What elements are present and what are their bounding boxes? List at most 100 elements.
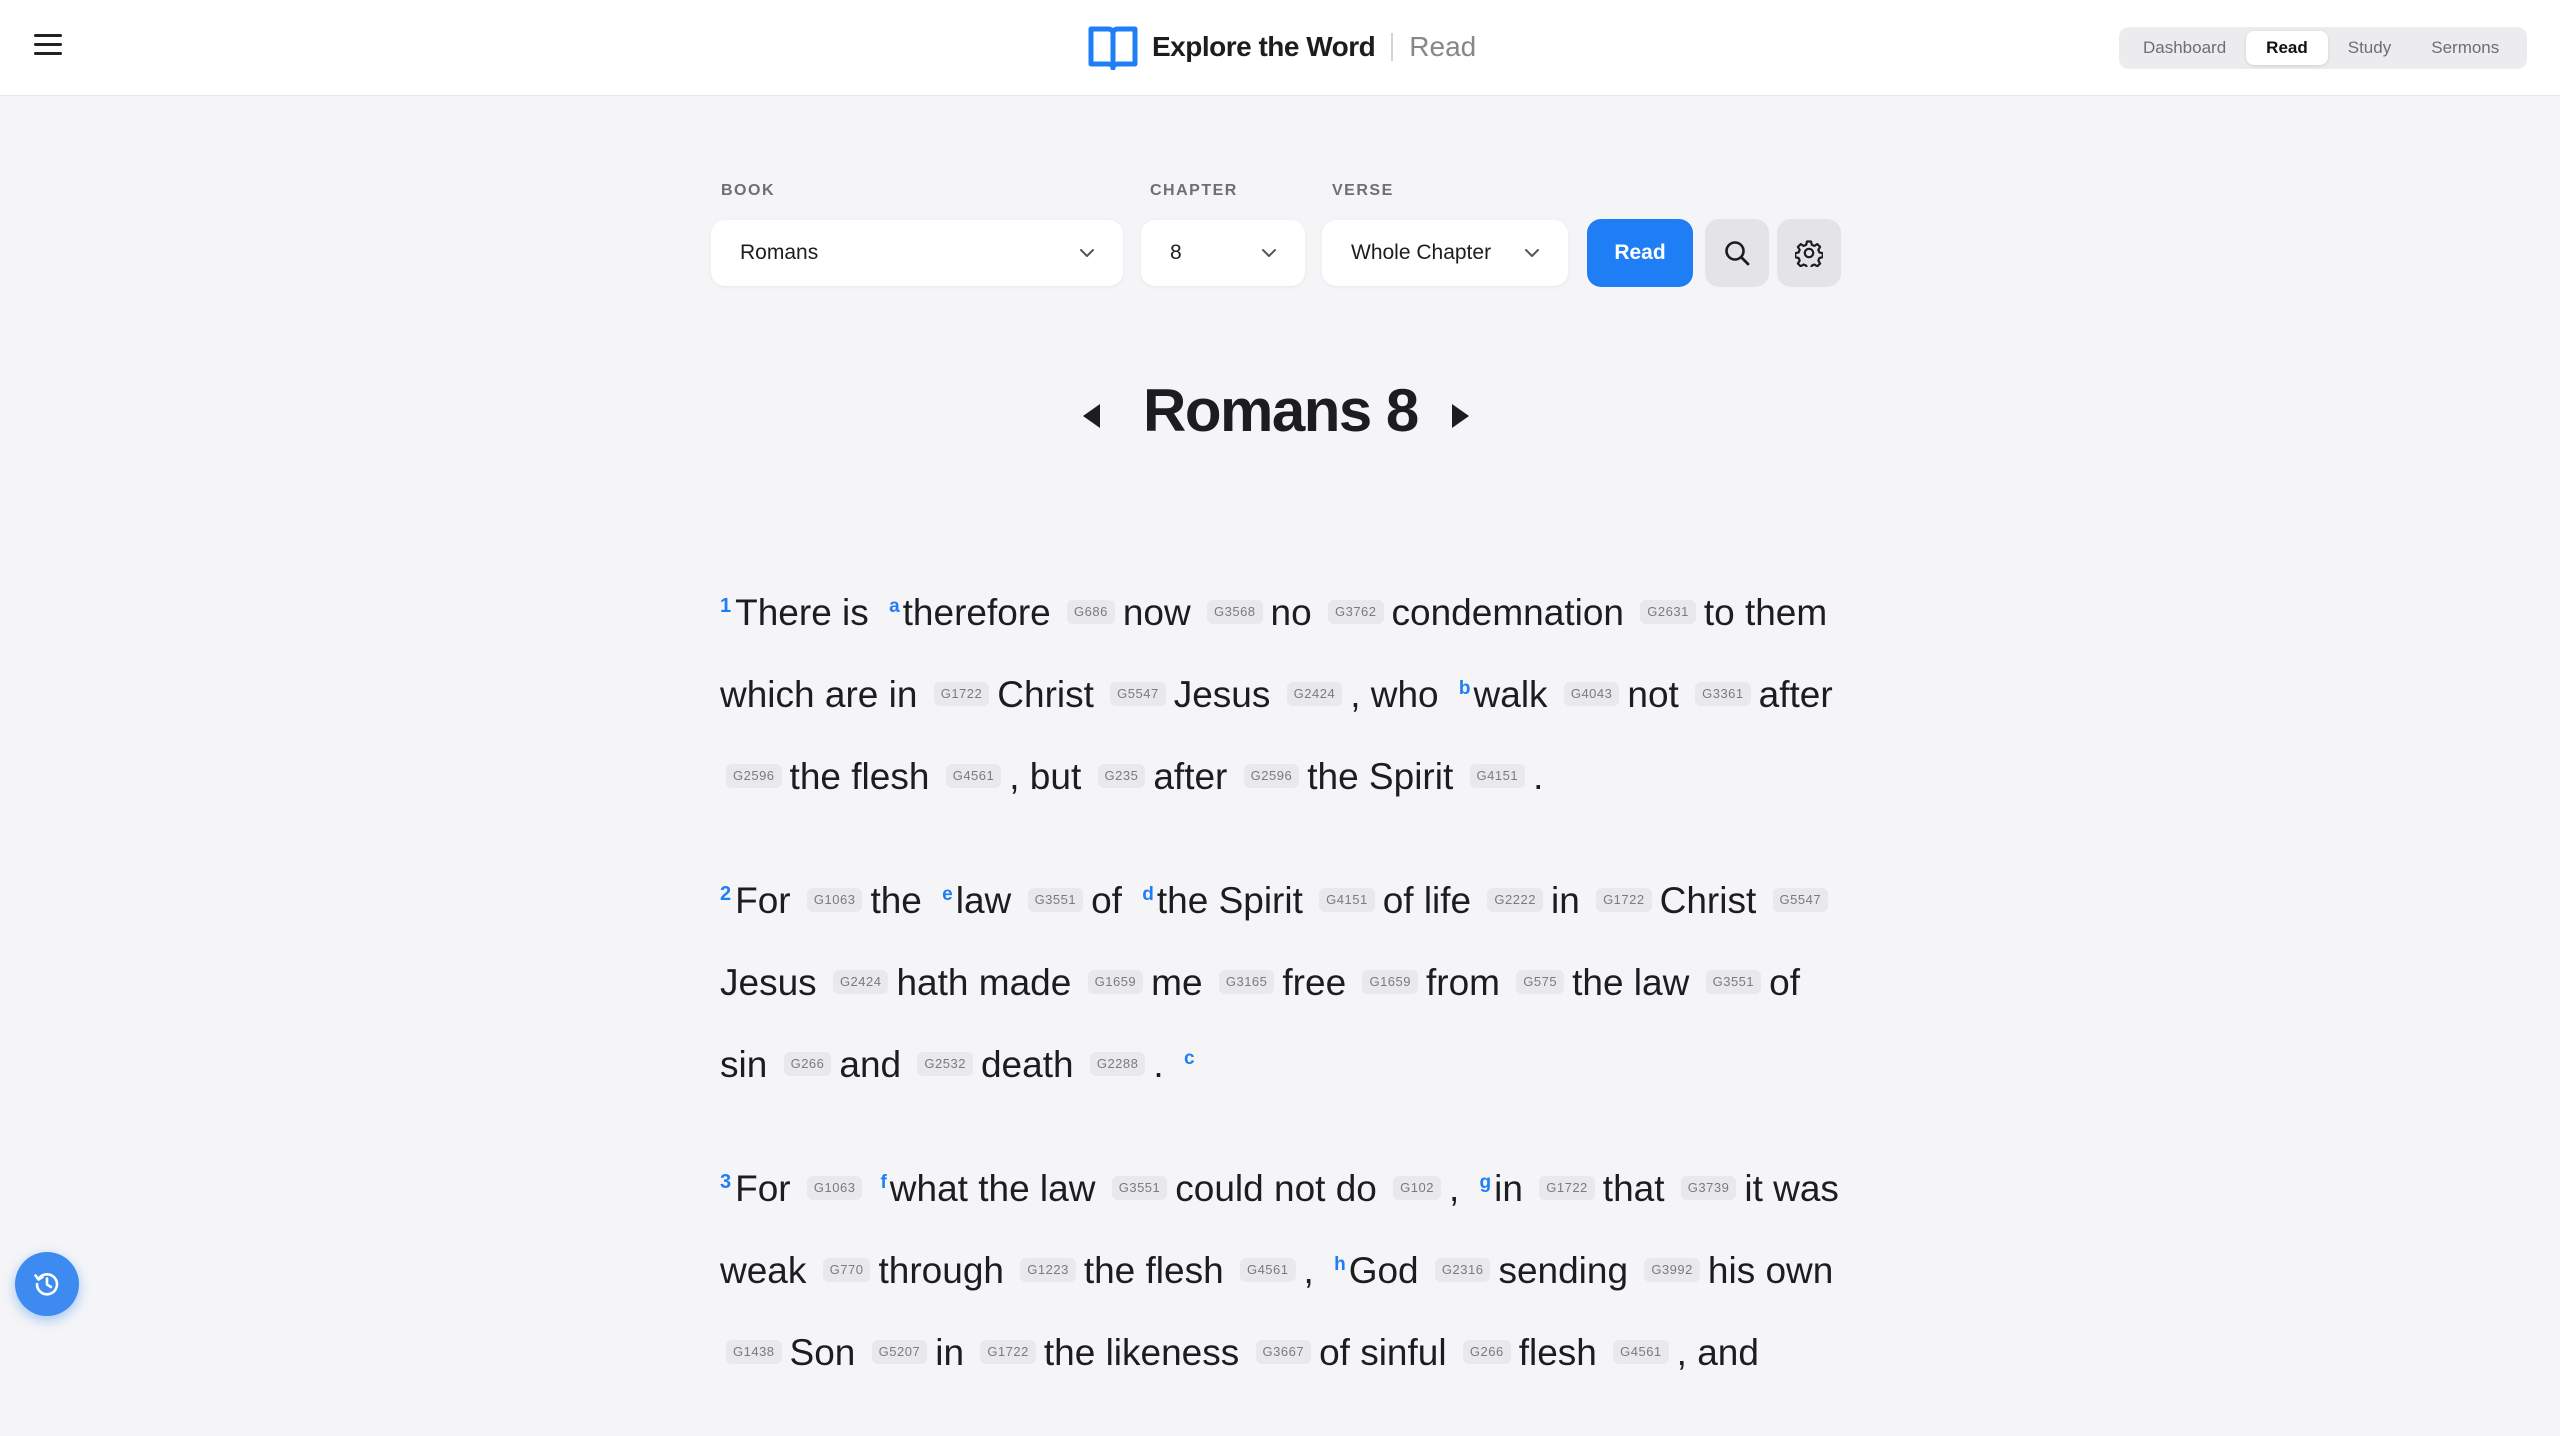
cross-reference-marker[interactable]: g (1480, 1172, 1492, 1193)
settings-button[interactable] (1777, 219, 1841, 287)
top-bar: Explore the Word Read Dashboard Read Stu… (0, 0, 2560, 96)
strongs-number-tag[interactable]: G2424 (1286, 682, 1343, 707)
nav-tab-sermons[interactable]: Sermons (2411, 31, 2519, 65)
strongs-number-tag[interactable]: G2222 (1487, 888, 1543, 913)
cross-reference-marker[interactable]: a (889, 596, 900, 617)
cross-reference-marker[interactable]: b (1459, 678, 1471, 699)
chapter-select-value: 8 (1170, 241, 1182, 264)
strongs-number-tag[interactable]: G3361 (1695, 682, 1751, 707)
strongs-number-tag[interactable]: G1063 (806, 888, 863, 913)
strongs-number-tag[interactable]: G266 (1462, 1340, 1511, 1365)
strongs-number-tag[interactable]: G5547 (1772, 888, 1829, 913)
verse-word: the flesh (789, 756, 930, 797)
strongs-number-tag[interactable]: G2532 (917, 1052, 973, 1077)
strongs-number-tag[interactable]: G1722 (980, 1340, 1036, 1365)
verse-word: the flesh (1083, 1250, 1224, 1291)
nav-tab-study[interactable]: Study (2328, 31, 2411, 65)
verse-word: flesh (1518, 1332, 1597, 1373)
verse-word: that (1602, 1168, 1665, 1209)
chapter-title: Romans 8 (1143, 377, 1419, 444)
verse-word: , who (1350, 674, 1439, 715)
verse-word: the Spirit (1307, 756, 1454, 797)
verse-select-value: Whole Chapter (1351, 241, 1492, 264)
strongs-number-tag[interactable]: G3551 (1027, 888, 1084, 913)
verse-word: from (1426, 962, 1500, 1003)
verse-word: through (878, 1250, 1004, 1291)
verse-word: of (1091, 880, 1122, 921)
chapter-label: CHAPTER (1150, 182, 1238, 199)
strongs-number-tag[interactable]: G3667 (1255, 1340, 1312, 1365)
brand[interactable]: Explore the Word Read (1088, 22, 1476, 72)
book-select[interactable]: Romans (711, 220, 1123, 286)
strongs-number-tag[interactable]: G102 (1393, 1176, 1441, 1201)
strongs-number-tag[interactable]: G3165 (1218, 970, 1275, 995)
strongs-number-tag[interactable]: G1438 (726, 1340, 782, 1365)
nav-tab-dashboard[interactable]: Dashboard (2123, 31, 2246, 65)
strongs-number-tag[interactable]: G1659 (1362, 970, 1418, 995)
strongs-number-tag[interactable]: G4151 (1469, 764, 1526, 789)
cross-reference-marker[interactable]: d (1142, 884, 1154, 905)
verse-word: death (980, 1044, 1074, 1085)
book-label: BOOK (721, 182, 775, 199)
strongs-number-tag[interactable]: G2596 (1243, 764, 1300, 789)
verse-word: his own (1707, 1250, 1834, 1291)
strongs-number-tag[interactable]: G3739 (1680, 1176, 1737, 1201)
strongs-number-tag[interactable]: G5547 (1110, 682, 1166, 707)
strongs-number-tag[interactable]: G3762 (1327, 600, 1384, 625)
cross-reference-marker[interactable]: c (1184, 1048, 1195, 1069)
strongs-number-tag[interactable]: G1223 (1020, 1258, 1076, 1283)
chevron-down-icon (1080, 249, 1094, 257)
strongs-number-tag[interactable]: G4561 (1239, 1258, 1296, 1283)
strongs-number-tag[interactable]: G1722 (933, 682, 990, 707)
history-button[interactable] (15, 1252, 79, 1316)
strongs-number-tag[interactable]: G4151 (1319, 888, 1375, 913)
strongs-number-tag[interactable]: G1722 (1539, 1176, 1595, 1201)
verse-word: after (1758, 674, 1833, 715)
next-chapter-icon[interactable] (1450, 402, 1472, 430)
verse-select[interactable]: Whole Chapter (1322, 220, 1568, 286)
search-button[interactable] (1705, 219, 1769, 287)
verse-word: Christ (997, 674, 1094, 715)
strongs-number-tag[interactable]: G235 (1097, 764, 1146, 789)
strongs-number-tag[interactable]: G4561 (945, 764, 1002, 789)
verse-word: law (955, 880, 1012, 921)
strongs-number-tag[interactable]: G686 (1067, 600, 1115, 625)
hamburger-menu-icon[interactable] (34, 34, 64, 60)
verse-word: in (1494, 1168, 1523, 1209)
verse-word: after (1153, 756, 1228, 797)
strongs-number-tag[interactable]: G266 (783, 1052, 832, 1077)
verse-word: walk (1473, 674, 1548, 715)
strongs-number-tag[interactable]: G2596 (726, 764, 782, 789)
verse-word: , and (1676, 1332, 1759, 1373)
verse-number[interactable]: 2 (720, 883, 731, 905)
chapter-select[interactable]: 8 (1141, 220, 1305, 286)
cross-reference-marker[interactable]: h (1334, 1254, 1346, 1275)
strongs-number-tag[interactable]: G3551 (1111, 1176, 1168, 1201)
strongs-number-tag[interactable]: G3551 (1705, 970, 1762, 995)
cross-reference-marker[interactable]: e (942, 884, 953, 905)
verse-word: Jesus (1173, 674, 1271, 715)
strongs-number-tag[interactable]: G1659 (1087, 970, 1144, 995)
strongs-number-tag[interactable]: G4043 (1563, 682, 1620, 707)
strongs-number-tag[interactable]: G770 (822, 1258, 871, 1283)
strongs-number-tag[interactable]: G5207 (871, 1340, 928, 1365)
nav-tab-read[interactable]: Read (2246, 31, 2328, 65)
verse-word: Son (789, 1332, 856, 1373)
strongs-number-tag[interactable]: G4561 (1613, 1340, 1669, 1365)
verse-word: . (1533, 756, 1544, 797)
verse-number[interactable]: 1 (720, 595, 731, 617)
strongs-number-tag[interactable]: G575 (1516, 970, 1565, 995)
strongs-number-tag[interactable]: G2316 (1434, 1258, 1491, 1283)
cross-reference-marker[interactable]: f (880, 1172, 886, 1193)
strongs-number-tag[interactable]: G3568 (1207, 600, 1263, 625)
strongs-number-tag[interactable]: G3992 (1644, 1258, 1700, 1283)
verse-number[interactable]: 3 (720, 1171, 731, 1193)
strongs-number-tag[interactable]: G1722 (1596, 888, 1652, 913)
strongs-number-tag[interactable]: G2631 (1640, 600, 1696, 625)
strongs-number-tag[interactable]: G2288 (1089, 1052, 1146, 1077)
strongs-number-tag[interactable]: G1063 (806, 1176, 863, 1201)
strongs-number-tag[interactable]: G2424 (832, 970, 889, 995)
previous-chapter-icon[interactable] (1080, 402, 1102, 430)
verse-word: no (1270, 592, 1312, 633)
read-button[interactable]: Read (1587, 219, 1693, 287)
